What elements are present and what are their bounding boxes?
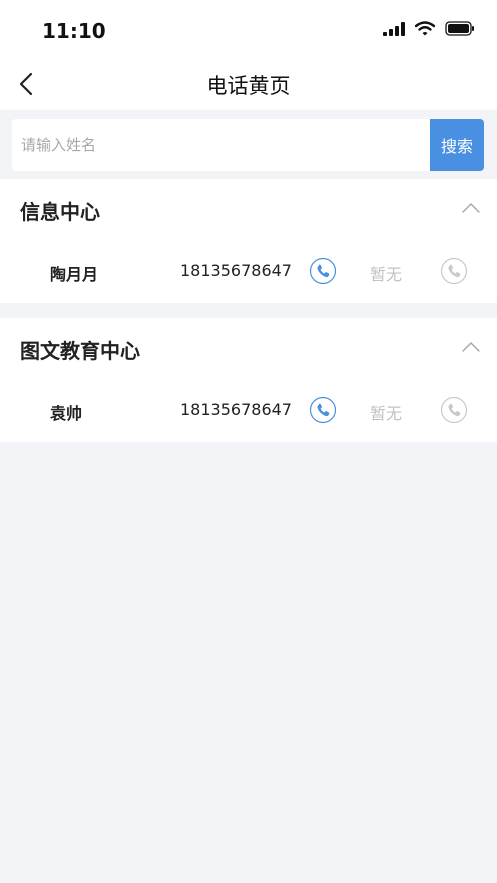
nav-bar: 电话黄页 (0, 60, 497, 110)
contact-row: 袁帅 18135678647 暂无 (0, 380, 497, 440)
status-icons (383, 21, 475, 36)
secondary-phone: 暂无 (370, 265, 403, 284)
secondary-phone: 暂无 (370, 404, 403, 423)
group-header[interactable]: 信息中心 (0, 179, 497, 239)
wifi-icon (415, 21, 435, 36)
chevron-up-icon[interactable] (462, 340, 480, 354)
group-header[interactable]: 图文教育中心 (0, 318, 497, 378)
signal-icon (383, 21, 405, 36)
contact-name: 陶月月 (50, 265, 99, 284)
group-title: 图文教育中心 (20, 339, 140, 363)
search-input[interactable] (12, 119, 430, 171)
contact-row: 陶月月 18135678647 暂无 (0, 241, 497, 301)
group-title: 信息中心 (20, 200, 100, 224)
phone-icon-disabled (440, 257, 468, 285)
contact-name: 袁帅 (50, 404, 83, 423)
search-button[interactable]: 搜索 (430, 119, 484, 171)
page-title: 电话黄页 (206, 74, 291, 98)
group-section: 信息中心 陶月月 18135678647 暂无 (0, 179, 497, 303)
search-bar: 搜索 (0, 110, 497, 176)
contact-phone[interactable]: 18135678647 (180, 261, 292, 280)
contact-phone[interactable]: 18135678647 (180, 400, 292, 419)
phone-icon-disabled (440, 396, 468, 424)
chevron-up-icon[interactable] (462, 201, 480, 215)
group-section: 图文教育中心 袁帅 18135678647 暂无 (0, 318, 497, 442)
phone-icon[interactable] (309, 396, 337, 424)
battery-icon (445, 21, 474, 36)
phone-icon[interactable] (309, 257, 337, 285)
status-time: 11:10 (42, 19, 106, 43)
status-bar: 11:10 (0, 0, 497, 60)
